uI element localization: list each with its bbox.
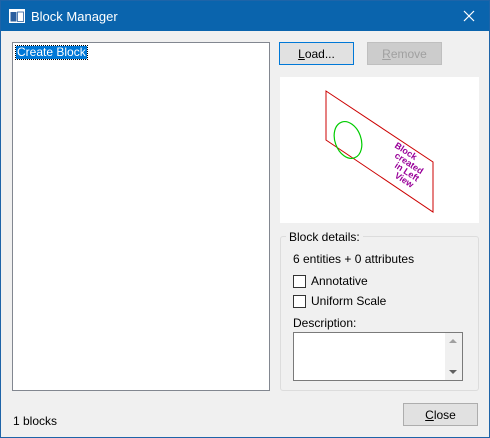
scroll-down-icon[interactable]	[449, 370, 457, 374]
description-label: Description:	[293, 316, 357, 330]
description-scrollbar[interactable]	[445, 333, 462, 380]
close-label: lose	[433, 408, 456, 422]
entity-count: 6 entities + 0 attributes	[293, 252, 415, 266]
block-details-label: Block details:	[286, 230, 363, 244]
close-button[interactable]: Close	[403, 403, 478, 426]
list-item[interactable]: Create Block	[15, 45, 88, 60]
load-label: oad...	[304, 47, 335, 61]
annotative-checkbox[interactable]	[293, 275, 306, 288]
window-icon	[9, 9, 25, 23]
load-mnemonic: L	[298, 47, 305, 61]
scroll-up-icon[interactable]	[449, 339, 457, 343]
preview-drawing: Block created in Left View	[325, 90, 434, 213]
description-field[interactable]	[293, 332, 463, 381]
block-manager-window: Block Manager Create Block Load... Remov…	[0, 0, 490, 438]
block-preview: Block created in Left View	[280, 77, 479, 223]
preview-circle	[333, 121, 363, 159]
window-title: Block Manager	[31, 9, 118, 24]
block-count-status: 1 blocks	[13, 414, 58, 428]
remove-mnemonic: R	[382, 47, 391, 61]
load-button[interactable]: Load...	[279, 42, 354, 65]
uniform-scale-checkbox[interactable]	[293, 295, 306, 308]
blocks-list[interactable]: Create Block	[12, 42, 270, 391]
title-bar[interactable]: Block Manager	[1, 1, 489, 31]
close-mnemonic: C	[425, 408, 434, 422]
uniform-scale-label[interactable]: Uniform Scale	[311, 294, 386, 308]
remove-label: emove	[390, 47, 427, 61]
remove-button[interactable]: Remove	[367, 42, 442, 65]
annotative-label[interactable]: Annotative	[311, 274, 368, 288]
close-icon[interactable]	[449, 1, 489, 31]
